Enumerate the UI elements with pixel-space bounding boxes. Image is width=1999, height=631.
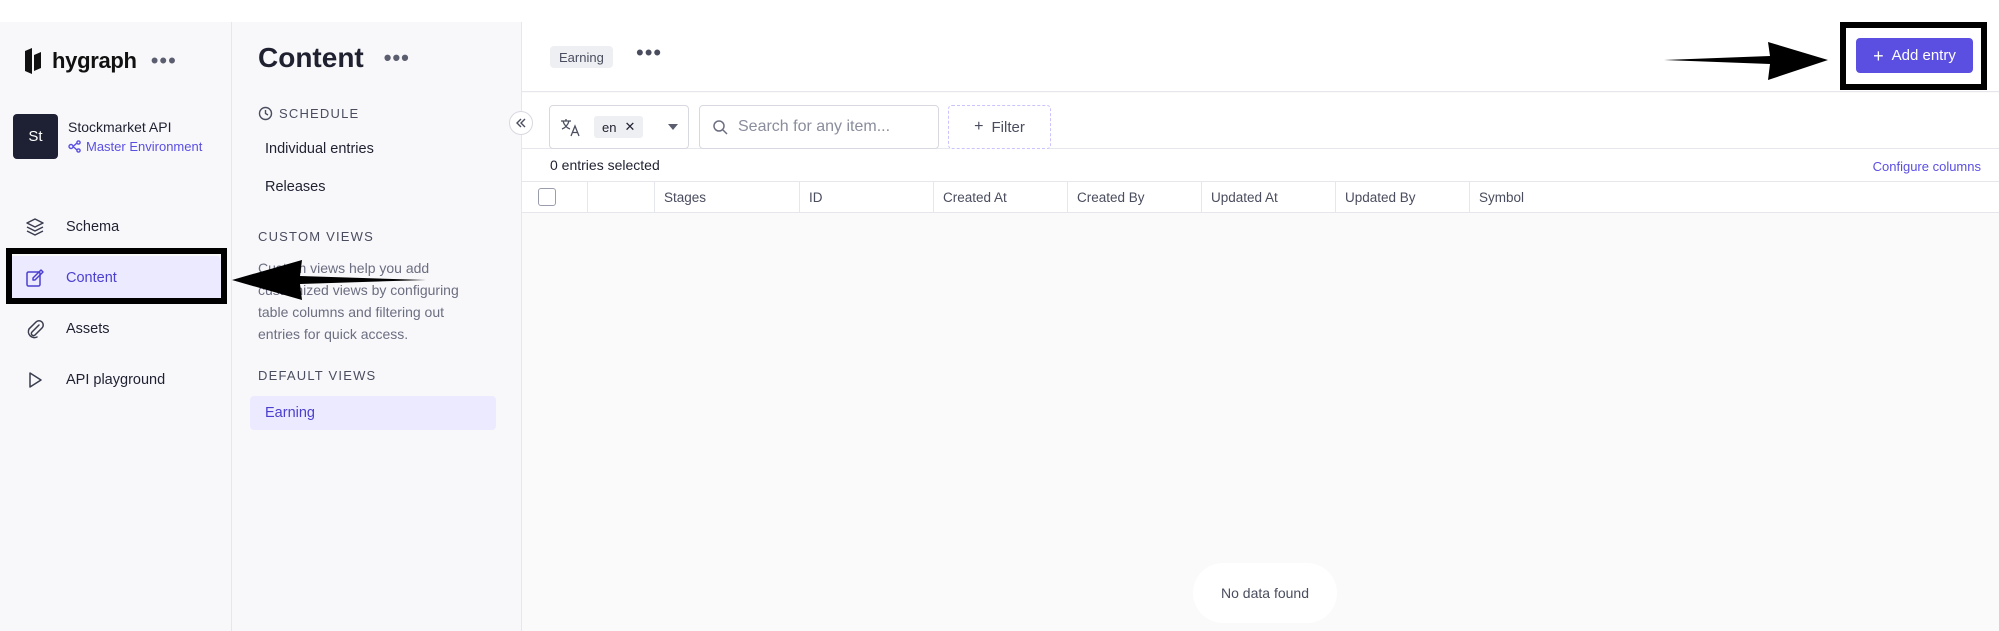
search-box[interactable] <box>699 105 939 149</box>
selected-count: 0 entries selected <box>550 157 660 173</box>
nav-label-assets: Assets <box>66 321 110 337</box>
select-all-cell <box>522 182 588 212</box>
column-header-created-at[interactable]: Created At <box>934 182 1068 212</box>
column-header-blank <box>588 182 655 212</box>
brand-name: hygraph <box>52 48 137 73</box>
double-chevron-left-icon <box>516 118 526 128</box>
configure-columns-link[interactable]: Configure columns <box>1873 159 1981 174</box>
layers-icon <box>24 216 46 238</box>
environment-link[interactable]: Master Environment <box>68 139 202 154</box>
selection-bar: 0 entries selected Configure columns <box>522 149 1999 181</box>
empty-state: No data found <box>1193 563 1337 623</box>
play-icon <box>24 369 46 391</box>
column-header-id[interactable]: ID <box>800 182 934 212</box>
column-header-updated-by[interactable]: Updated By <box>1336 182 1470 212</box>
branch-icon <box>68 140 81 153</box>
page-title: Content <box>258 42 364 73</box>
annotation-arrow-add-entry <box>1664 42 1828 80</box>
annotation-box-add-entry <box>1840 22 1987 90</box>
content-toolbar: en ✕ + Filter <box>522 93 1999 149</box>
project-switcher[interactable]: St Stockmarket API Master Environment <box>13 114 202 159</box>
nav-item-assets[interactable]: Assets <box>10 307 221 351</box>
column-header-updated-at[interactable]: Updated At <box>1202 182 1336 212</box>
default-view-earning[interactable]: Earning <box>250 396 496 430</box>
nav-item-schema[interactable]: Schema <box>10 205 221 249</box>
nav-label-api-playground: API playground <box>66 372 166 388</box>
nav-label-schema: Schema <box>66 219 120 235</box>
current-view-chip: Earning <box>550 46 613 68</box>
paperclip-icon <box>24 318 46 340</box>
content-sidebar-title-row: Content ••• <box>258 42 410 74</box>
locale-value: en <box>602 119 617 135</box>
column-header-stages[interactable]: Stages <box>655 182 800 212</box>
link-individual-entries[interactable]: Individual entries <box>265 141 374 157</box>
clock-icon <box>258 106 273 121</box>
content-more-icon[interactable]: ••• <box>384 47 410 69</box>
schedule-heading: SCHEDULE <box>258 106 359 121</box>
chevron-down-icon[interactable] <box>668 124 678 130</box>
app: hygraph ••• St Stockmarket API Master En… <box>0 22 1999 631</box>
remove-locale-icon[interactable]: ✕ <box>624 119 635 135</box>
custom-views-heading: CUSTOM VIEWS <box>258 229 375 244</box>
brand-more-icon[interactable]: ••• <box>151 50 177 72</box>
schedule-heading-label: SCHEDULE <box>279 106 360 121</box>
select-all-checkbox[interactable] <box>538 188 556 206</box>
search-icon <box>713 120 728 135</box>
brand-row: hygraph ••• <box>22 48 177 74</box>
default-views-heading: DEFAULT VIEWS <box>258 368 377 383</box>
project-avatar: St <box>13 114 58 159</box>
main-panel: Earning ••• + Add entry en ✕ + <box>522 22 1999 631</box>
translate-icon <box>561 119 580 137</box>
column-header-symbol[interactable]: Symbol <box>1470 182 1999 212</box>
annotation-box-content <box>6 248 227 304</box>
annotation-arrow-content <box>232 260 426 300</box>
nav-item-api-playground[interactable]: API playground <box>10 358 221 402</box>
filter-button[interactable]: + Filter <box>948 105 1051 149</box>
link-releases[interactable]: Releases <box>265 179 325 195</box>
project-name: Stockmarket API <box>68 119 172 135</box>
filter-label: Filter <box>991 118 1025 136</box>
locale-tag: en ✕ <box>594 116 644 138</box>
column-header-created-by[interactable]: Created By <box>1068 182 1202 212</box>
locale-select[interactable]: en ✕ <box>549 105 689 149</box>
view-more-icon[interactable]: ••• <box>636 40 662 66</box>
plus-icon: + <box>974 118 984 135</box>
environment-label: Master Environment <box>86 139 203 154</box>
main-nav: Schema Content Assets API playground <box>10 205 221 409</box>
content-sidebar: Content ••• SCHEDULE Individual entries … <box>232 22 533 631</box>
table-header: Stages ID Created At Created By Updated … <box>522 181 1999 213</box>
hygraph-logo-icon <box>25 48 41 74</box>
collapse-sidebar-button[interactable] <box>509 111 533 135</box>
primary-sidebar: hygraph ••• St Stockmarket API Master En… <box>0 22 232 631</box>
search-input[interactable] <box>738 118 918 136</box>
